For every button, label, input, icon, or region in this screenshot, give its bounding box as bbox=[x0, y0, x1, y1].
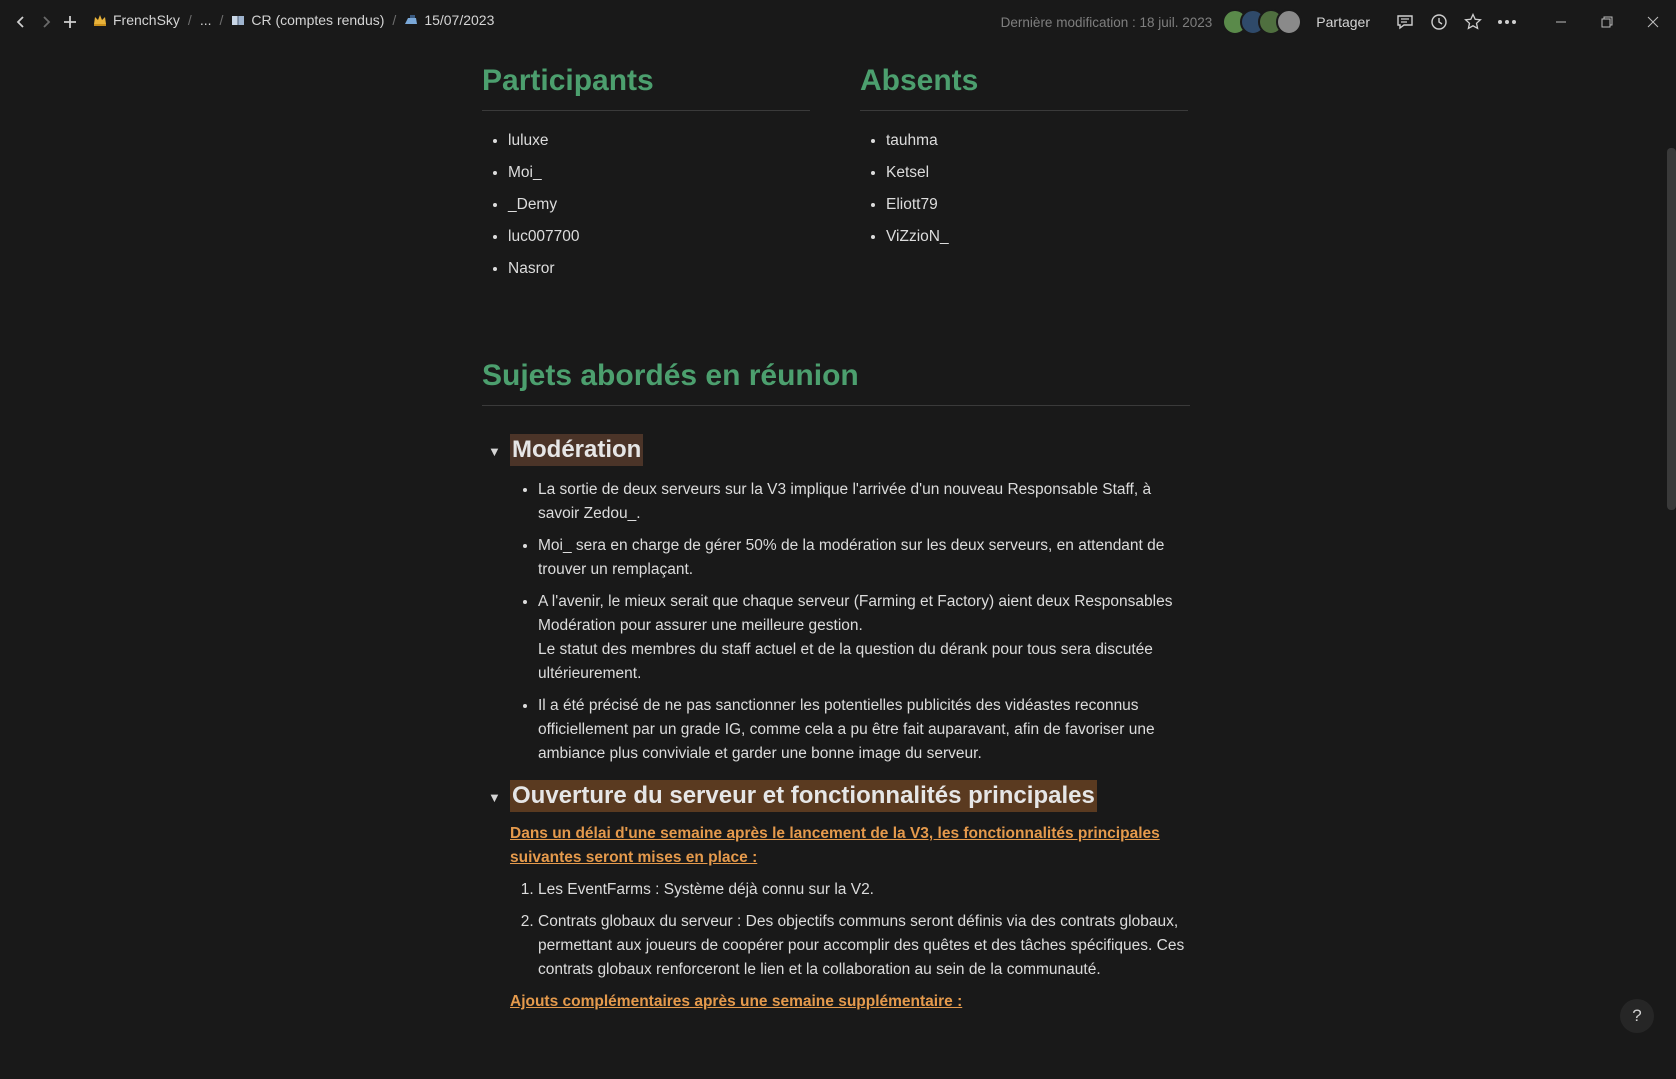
share-button[interactable]: Partager bbox=[1316, 14, 1370, 30]
list-item[interactable]: Les EventFarms : Système déjà connu sur … bbox=[538, 878, 1190, 902]
opening-extra[interactable]: Ajouts complémentaires après une semaine… bbox=[510, 990, 1190, 1014]
history-clock-icon[interactable] bbox=[1428, 11, 1450, 33]
breadcrumb-separator: / bbox=[392, 12, 397, 28]
minimize-icon[interactable] bbox=[1538, 0, 1584, 44]
toggle-triangle-icon[interactable]: ▼ bbox=[488, 434, 501, 459]
opening-heading[interactable]: Ouverture du serveur et fonctionnalités … bbox=[510, 780, 1097, 812]
favorite-star-icon[interactable] bbox=[1462, 11, 1484, 33]
forward-arrow-icon[interactable] bbox=[34, 10, 58, 34]
list-item[interactable]: Il a été précisé de ne pas sanctionner l… bbox=[538, 694, 1190, 766]
avatar[interactable] bbox=[1276, 9, 1303, 35]
iron-icon bbox=[404, 13, 418, 27]
list-item[interactable]: Moi_ bbox=[508, 157, 810, 189]
absents-heading[interactable]: Absents bbox=[860, 64, 1188, 111]
list-item-text: A l'avenir, le mieux serait que chaque s… bbox=[538, 593, 1173, 634]
breadcrumb-current[interactable]: 15/07/2023 bbox=[401, 12, 497, 28]
participants-column: Participants luluxe Moi_ _Demy luc007700… bbox=[480, 44, 810, 285]
breadcrumb-parent-label: CR (comptes rendus) bbox=[251, 12, 385, 28]
list-item[interactable]: Eliott79 bbox=[886, 189, 1188, 221]
top-bar: FrenchSky / ... / CR (comptes rendus) / … bbox=[0, 0, 1676, 44]
participants-heading[interactable]: Participants bbox=[482, 64, 810, 111]
restore-window-icon[interactable] bbox=[1584, 0, 1630, 44]
absents-list: tauhma Ketsel Eliott79 ViZzioN_ bbox=[858, 125, 1188, 253]
page-content: Participants luluxe Moi_ _Demy luc007700… bbox=[480, 44, 1190, 1014]
list-item[interactable]: _Demy bbox=[508, 189, 810, 221]
breadcrumb-current-label: 15/07/2023 bbox=[424, 12, 495, 28]
help-button[interactable]: ? bbox=[1620, 999, 1654, 1033]
crown-icon bbox=[93, 13, 107, 27]
breadcrumb-workspace[interactable]: FrenchSky bbox=[90, 12, 183, 28]
attendance-columns: Participants luluxe Moi_ _Demy luc007700… bbox=[480, 44, 1190, 285]
breadcrumb-workspace-label: FrenchSky bbox=[113, 12, 180, 28]
participants-list: luluxe Moi_ _Demy luc007700 Nasror bbox=[480, 125, 810, 285]
list-item[interactable]: Nasror bbox=[508, 253, 810, 285]
breadcrumb-separator: / bbox=[187, 12, 192, 28]
list-item[interactable]: Contrats globaux du serveur : Des object… bbox=[538, 910, 1190, 982]
list-item[interactable]: A l'avenir, le mieux serait que chaque s… bbox=[538, 590, 1190, 686]
list-item[interactable]: tauhma bbox=[886, 125, 1188, 157]
toggle-triangle-icon[interactable]: ▼ bbox=[488, 780, 501, 805]
new-page-plus-icon[interactable] bbox=[58, 10, 82, 34]
book-icon bbox=[231, 13, 245, 27]
vertical-scrollbar[interactable] bbox=[1667, 148, 1676, 510]
opening-list: Les EventFarms : Système déjà connu sur … bbox=[510, 878, 1190, 982]
breadcrumb: FrenchSky / ... / CR (comptes rendus) / … bbox=[90, 12, 497, 28]
last-modified-text: Dernière modification : 18 juil. 2023 bbox=[1000, 14, 1213, 30]
list-item-text: Le statut des membres du staff actuel et… bbox=[538, 641, 1153, 682]
moderation-toggle: ▼ Modération bbox=[480, 434, 1190, 466]
moderation-list: La sortie de deux serveurs sur la V3 imp… bbox=[510, 478, 1190, 766]
list-item[interactable]: Moi_ sera en charge de gérer 50% de la m… bbox=[538, 534, 1190, 582]
moderation-heading[interactable]: Modération bbox=[510, 434, 644, 466]
breadcrumb-parent[interactable]: CR (comptes rendus) bbox=[228, 12, 387, 28]
opening-toggle: ▼ Ouverture du serveur et fonctionnalité… bbox=[480, 780, 1190, 812]
opening-intro[interactable]: Dans un délai d'une semaine après le lan… bbox=[510, 822, 1190, 870]
list-item[interactable]: ViZzioN_ bbox=[886, 221, 1188, 253]
list-item[interactable]: luluxe bbox=[508, 125, 810, 157]
topics-heading[interactable]: Sujets abordés en réunion bbox=[482, 359, 1190, 406]
list-item[interactable]: La sortie de deux serveurs sur la V3 imp… bbox=[538, 478, 1190, 526]
back-arrow-icon[interactable] bbox=[9, 10, 33, 34]
breadcrumb-ellipsis[interactable]: ... bbox=[197, 12, 215, 28]
more-options-icon[interactable] bbox=[1496, 11, 1518, 33]
list-item[interactable]: Ketsel bbox=[886, 157, 1188, 189]
list-item[interactable]: luc007700 bbox=[508, 221, 810, 253]
breadcrumb-separator: / bbox=[219, 12, 224, 28]
moderation-body: La sortie de deux serveurs sur la V3 imp… bbox=[510, 478, 1190, 766]
topbar-actions: Dernière modification : 18 juil. 2023 Pa… bbox=[1001, 0, 1676, 44]
absents-column: Absents tauhma Ketsel Eliott79 ViZzioN_ bbox=[858, 44, 1188, 285]
opening-body: Dans un délai d'une semaine après le lan… bbox=[510, 822, 1190, 1014]
close-icon[interactable] bbox=[1630, 0, 1676, 44]
comment-icon[interactable] bbox=[1394, 11, 1416, 33]
collaborator-avatars[interactable] bbox=[1222, 9, 1303, 35]
